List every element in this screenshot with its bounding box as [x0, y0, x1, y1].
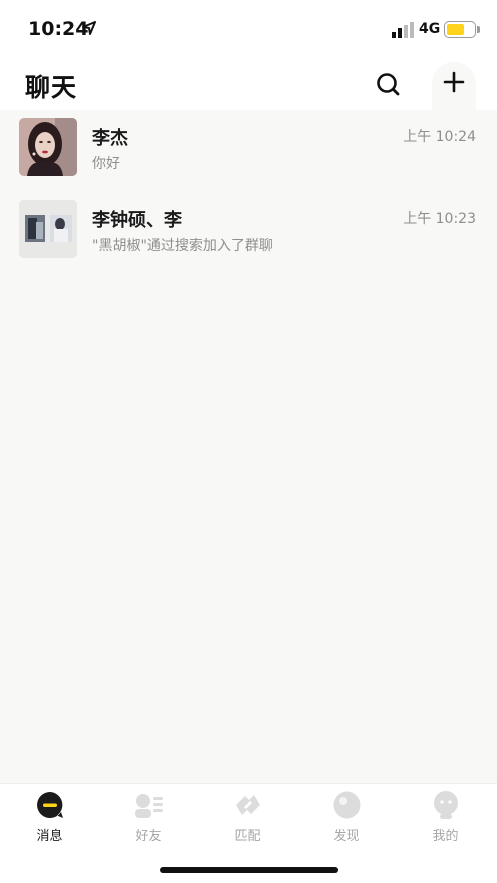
chat-list: 李杰 你好 上午 10:24 李钟硕、李 "黑胡椒"通过搜索加入了群聊 上午 1… [0, 110, 497, 274]
chat-name: 李杰 [92, 128, 128, 149]
tab-match[interactable]: 匹配 [198, 784, 297, 848]
avatar [19, 118, 77, 176]
tab-label: 匹配 [234, 829, 261, 844]
tab-me[interactable]: 我的 [396, 784, 495, 848]
chat-time: 上午 10:24 [403, 129, 476, 145]
chat-last-message: "黑胡椒"通过搜索加入了群聊 [92, 238, 273, 254]
tab-messages[interactable]: 消息 [0, 784, 99, 848]
tab-friends[interactable]: 好友 [99, 784, 198, 848]
portrait-photo [19, 118, 77, 176]
search-icon[interactable] [373, 69, 405, 101]
location-arrow-icon [82, 21, 96, 35]
battery-icon [444, 21, 476, 38]
battery-level [447, 24, 464, 35]
tab-label: 发现 [333, 829, 360, 844]
page-title: 聊天 [25, 73, 78, 102]
status-bar: 10:24 4G [0, 0, 497, 58]
battery-tip [477, 26, 480, 33]
network-type: 4G [419, 21, 441, 37]
avatar [19, 200, 77, 258]
chat-row[interactable]: 李钟硕、李 "黑胡椒"通过搜索加入了群聊 上午 10:23 [0, 192, 497, 274]
discover-sphere-icon [333, 791, 361, 819]
plus-icon [443, 71, 465, 93]
profile-face-icon [434, 791, 458, 819]
tab-discover[interactable]: 发现 [297, 784, 396, 848]
message-bubble-icon [37, 792, 63, 818]
chat-last-message: 你好 [92, 156, 120, 172]
cellular-signal-icon [392, 22, 414, 38]
chat-name: 李钟硕、李 [92, 210, 182, 231]
match-link-icon [236, 795, 260, 815]
tab-label: 好友 [135, 829, 162, 844]
friends-card-icon [135, 794, 163, 818]
status-time: 10:24 [28, 18, 89, 40]
tab-label: 消息 [36, 829, 63, 844]
add-button[interactable] [432, 62, 476, 114]
chat-row[interactable]: 李杰 你好 上午 10:24 [0, 110, 497, 192]
group-collage [19, 200, 77, 258]
header: 聊天 [0, 58, 497, 114]
tab-label: 我的 [432, 829, 459, 844]
chat-time: 上午 10:23 [403, 211, 476, 227]
home-indicator [160, 867, 338, 873]
